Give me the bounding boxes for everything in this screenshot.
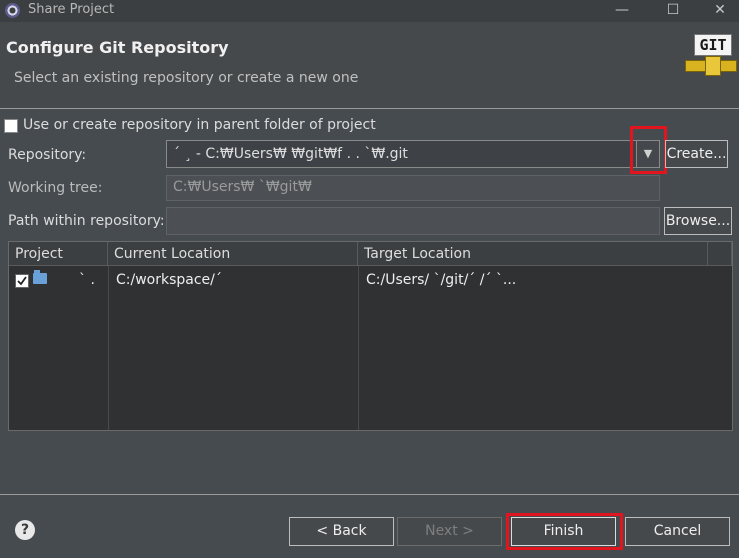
column-header-filler [708, 242, 732, 266]
path-within-label: Path within repository: [8, 213, 165, 229]
close-button[interactable]: ✕ [697, 0, 739, 22]
title-bar: Share Project — ☐ ✕ [0, 0, 739, 22]
repository-dropdown[interactable]: ´ ¸ - C:₩Users₩ ₩git₩f . . `₩.git ▼ [166, 140, 660, 168]
window-title: Share Project [28, 2, 115, 17]
repository-label: Repository: [8, 147, 87, 163]
column-divider [108, 266, 109, 430]
footer-divider [0, 494, 739, 495]
working-tree-label: Working tree: [8, 180, 103, 196]
column-divider [358, 266, 359, 430]
git-logo-text: GIT [694, 34, 732, 56]
project-folder-icon [33, 270, 47, 284]
eclipse-app-icon [5, 3, 20, 18]
path-within-field[interactable] [166, 207, 660, 235]
cancel-button[interactable]: Cancel [625, 517, 730, 546]
next-button: Next > [397, 517, 502, 546]
minimize-button[interactable]: — [599, 0, 645, 22]
working-tree-field: C:₩Users₩ `₩git₩ [166, 175, 660, 201]
row-target-location: C:/Users/ `/git/´ /´ `... [366, 272, 517, 288]
repository-value: ´ ¸ - C:₩Users₩ ₩git₩f . . `₩.git [173, 146, 408, 162]
parent-folder-label: Use or create repository in parent folde… [23, 117, 376, 133]
row-checkbox[interactable] [15, 274, 29, 288]
browse-button[interactable]: Browse... [664, 207, 732, 235]
create-button[interactable]: Create... [665, 140, 728, 168]
row-project: ` . [79, 272, 95, 288]
page-title: Configure Git Repository [6, 38, 229, 57]
row-current-location: C:/workspace/´ [116, 272, 222, 288]
help-icon[interactable]: ? [15, 520, 35, 540]
project-table[interactable]: Project Current Location Target Location… [8, 241, 733, 431]
column-header-project[interactable]: Project [9, 242, 108, 266]
maximize-button[interactable]: ☐ [650, 0, 696, 22]
checkmark-icon [17, 276, 27, 286]
page-subtitle: Select an existing repository or create … [14, 70, 359, 86]
git-logo-icon: GIT [669, 30, 739, 90]
column-header-current-location[interactable]: Current Location [108, 242, 358, 266]
highlight-box-dropdown [630, 126, 667, 174]
parent-folder-checkbox[interactable] [4, 119, 18, 133]
back-button[interactable]: < Back [289, 517, 394, 546]
working-tree-value: C:₩Users₩ `₩git₩ [173, 179, 312, 195]
column-header-target-location[interactable]: Target Location [358, 242, 708, 266]
highlight-box-finish [506, 513, 623, 550]
wizard-header: Configure Git Repository Select an exist… [0, 22, 739, 109]
git-valve-shape [705, 56, 721, 76]
